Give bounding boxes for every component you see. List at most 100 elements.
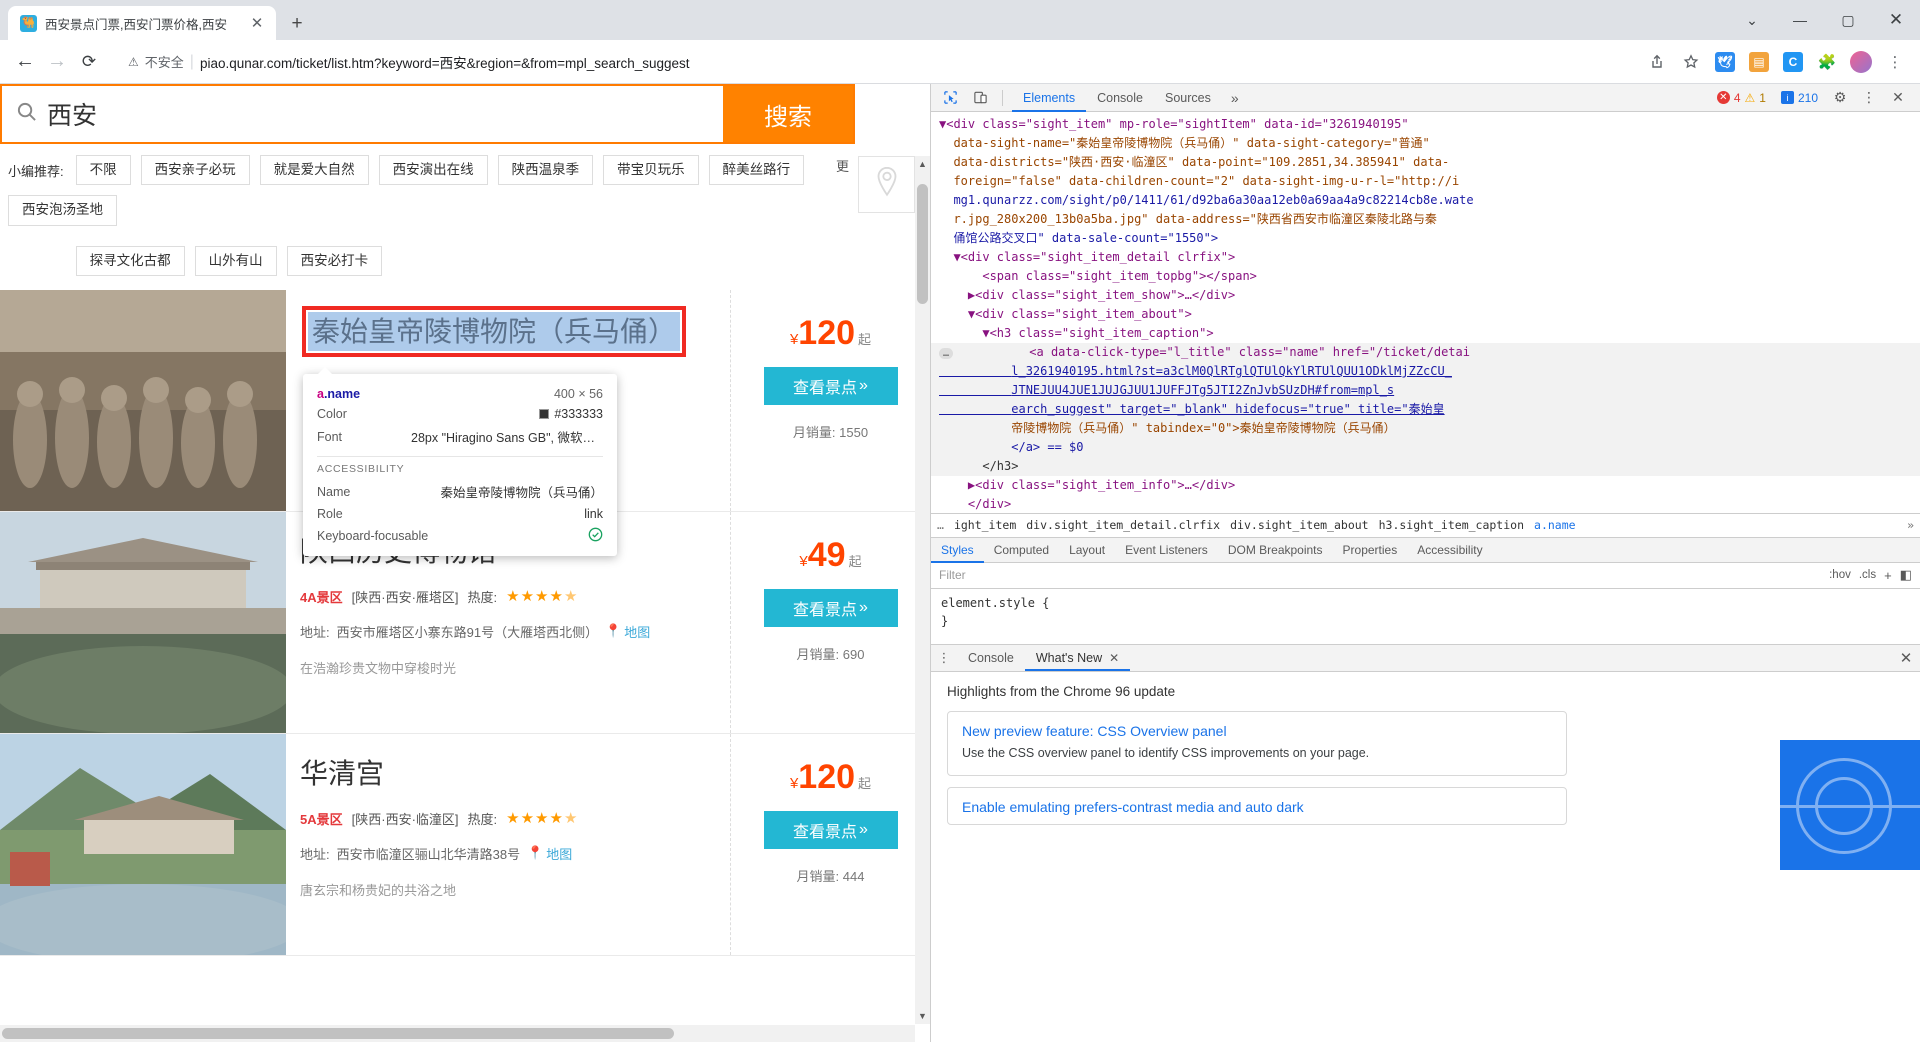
dom-line[interactable]: <span class="sight_item_topbg"></span>	[931, 267, 1920, 286]
scroll-down-icon[interactable]: ▼	[915, 1008, 930, 1024]
view-sight-button[interactable]: 查看景点 »	[763, 810, 898, 849]
tab-layout[interactable]: Layout	[1059, 538, 1115, 562]
filter-chip[interactable]: 带宝贝玩乐	[603, 155, 699, 186]
map-link[interactable]: 📍 地图	[605, 622, 650, 641]
dom-line[interactable]: … <a data-click-type="l_title" class="na…	[931, 343, 1920, 362]
kebab-menu-icon[interactable]: ⋮	[1880, 47, 1910, 77]
share-icon[interactable]	[1642, 47, 1672, 77]
styles-rules[interactable]: element.style { }	[931, 589, 1920, 645]
view-sight-button[interactable]: 查看景点 »	[763, 588, 898, 627]
tab-properties[interactable]: Properties	[1333, 538, 1408, 562]
dom-line[interactable]: </div>	[931, 495, 1920, 513]
scrollbar-thumb[interactable]	[917, 184, 928, 304]
dom-line[interactable]: ▶<div class="sight_item_info">…</div>	[931, 476, 1920, 495]
view-sight-button[interactable]: 查看景点 »	[763, 366, 898, 405]
scroll-up-icon[interactable]: ▲	[915, 156, 930, 172]
breadcrumb-item[interactable]: h3.sight_item_caption	[1379, 518, 1524, 532]
close-icon[interactable]: ✕	[1886, 86, 1910, 110]
back-icon[interactable]: ←	[10, 47, 40, 77]
filter-chip[interactable]: 醉美丝路行	[708, 155, 805, 186]
dom-line[interactable]: data-sight-name="秦始皇帝陵博物院（兵马俑）" data-sig…	[931, 134, 1920, 153]
whats-new-link[interactable]: Enable emulating prefers-contrast media …	[962, 799, 1552, 815]
cursor-select-icon[interactable]	[937, 86, 963, 110]
result-thumbnail[interactable]	[0, 511, 286, 733]
page-vertical-scrollbar[interactable]: ▲ ▼	[915, 156, 930, 1024]
profile-avatar[interactable]	[1846, 47, 1876, 77]
forward-icon[interactable]: →	[42, 47, 72, 77]
dom-line[interactable]: ▼<div class="sight_item_detail clrfix">	[931, 248, 1920, 267]
minimize-button[interactable]: —	[1776, 0, 1824, 40]
filter-chip[interactable]: 西安演出在线	[378, 155, 488, 186]
map-link[interactable]: 📍 地图	[527, 844, 572, 863]
breadcrumb-item[interactable]: div.sight_item_about	[1230, 518, 1368, 532]
tab-styles[interactable]: Styles	[931, 538, 984, 563]
close-icon[interactable]: ✕	[1109, 651, 1119, 665]
dom-line[interactable]: foreign="false" data-children-count="2" …	[931, 172, 1920, 191]
result-title-link[interactable]: 秦始皇帝陵博物院（兵马俑）	[301, 305, 687, 357]
filter-chip[interactable]: 西安必打卡	[286, 245, 383, 276]
security-status[interactable]: 不安全	[145, 52, 184, 71]
filter-chip[interactable]: 西安亲子必玩	[140, 155, 250, 186]
reload-icon[interactable]: ⟳	[74, 47, 104, 77]
dom-line[interactable]: </a> == $0	[931, 438, 1920, 457]
tab-dom-breakpoints[interactable]: DOM Breakpoints	[1218, 538, 1333, 562]
tab-event-listeners[interactable]: Event Listeners	[1115, 538, 1218, 562]
filter-chip[interactable]: 山外有山	[194, 245, 277, 276]
filter-chip[interactable]: 探寻文化古都	[75, 245, 185, 276]
filter-chip[interactable]: 陕西温泉季	[497, 155, 594, 186]
issue-counts[interactable]: ✕ 4 ⚠ 1	[1711, 89, 1771, 106]
scrollbar-thumb[interactable]	[2, 1028, 674, 1039]
breadcrumb-item[interactable]: div.sight_item_detail.clrfix	[1026, 518, 1220, 532]
tab-accessibility[interactable]: Accessibility	[1407, 538, 1492, 562]
extension-bird-icon[interactable]: 🕊	[1710, 47, 1740, 77]
kebab-menu-icon[interactable]: ⋮	[931, 645, 957, 671]
info-counts[interactable]: i 210	[1775, 89, 1823, 106]
extension-puzzle-icon[interactable]: 🧩	[1812, 47, 1842, 77]
breadcrumb-next-icon[interactable]: »	[1907, 518, 1914, 532]
breadcrumb-overflow[interactable]: …	[937, 518, 944, 532]
drawer-close-icon[interactable]: ✕	[1892, 645, 1920, 671]
dom-line[interactable]: ▶<div class="sight_item_show">…</div>	[931, 286, 1920, 305]
kebab-menu-icon[interactable]: ⋮	[1857, 86, 1881, 110]
star-icon[interactable]	[1676, 47, 1706, 77]
dom-line[interactable]: r.jpg_280x200_13b0a5ba.jpg" data-address…	[931, 210, 1920, 229]
hov-toggle[interactable]: :hov	[1829, 569, 1851, 581]
maximize-button[interactable]: ▢	[1824, 0, 1872, 40]
address-bar[interactable]: ⚠ 不安全 | piao.qunar.com/ticket/list.htm?k…	[114, 46, 1634, 77]
tab-console[interactable]: Console	[1086, 84, 1154, 112]
chevron-down-icon[interactable]: ⌄	[1728, 0, 1776, 40]
drawer-tab-console[interactable]: Console	[957, 645, 1025, 671]
dom-line[interactable]: l_3261940195.html?st=a3clM0QlRTglQTUlQkY…	[931, 362, 1920, 381]
breadcrumb-item-active[interactable]: a.name	[1534, 518, 1576, 532]
close-icon[interactable]: ✕	[246, 12, 268, 34]
search-input[interactable]: 西安	[2, 86, 723, 142]
map-entry-card[interactable]	[858, 156, 915, 213]
more-label[interactable]: 更	[836, 156, 849, 175]
dom-line[interactable]: ▼<div class="sight_item_about">	[931, 305, 1920, 324]
tab-sources[interactable]: Sources	[1154, 84, 1222, 112]
dom-line[interactable]: JTNEJUU4JUE1JUJGJUU1JUFFJTg5JTI2ZnJvbSUz…	[931, 381, 1920, 400]
filter-chip[interactable]: 西安泡汤圣地	[8, 195, 117, 226]
filter-input[interactable]: Filter	[939, 568, 1821, 582]
result-title-link[interactable]: 华清宫	[300, 756, 712, 791]
result-thumbnail[interactable]	[0, 733, 286, 955]
result-thumbnail[interactable]	[0, 289, 286, 511]
dom-line[interactable]: earch_suggest" target="_blank" hidefocus…	[931, 400, 1920, 419]
filter-chip[interactable]: 不限	[75, 155, 131, 186]
device-toggle-icon[interactable]	[967, 86, 993, 110]
dom-line[interactable]: mg1.qunarzz.com/sight/p0/1411/61/d92ba6a…	[931, 191, 1920, 210]
search-submit-button[interactable]: 搜索	[723, 86, 853, 142]
whats-new-link[interactable]: New preview feature: CSS Overview panel	[962, 723, 1552, 739]
more-tabs-icon[interactable]: »	[1222, 84, 1248, 112]
gear-icon[interactable]: ⚙	[1828, 86, 1852, 110]
browser-tab[interactable]: 🐫 西安景点门票,西安门票价格,西安 ✕	[8, 6, 276, 40]
tab-elements[interactable]: Elements	[1012, 84, 1087, 112]
cls-toggle[interactable]: .cls	[1859, 569, 1876, 581]
page-horizontal-scrollbar[interactable]	[0, 1025, 915, 1042]
extension-c-icon[interactable]: C	[1778, 47, 1808, 77]
dom-tree[interactable]: ▼<div class="sight_item" mp-role="sightI…	[931, 112, 1920, 513]
drawer-tab-whats-new[interactable]: What's New ✕	[1024, 645, 1131, 671]
filter-chip[interactable]: 就是爱大自然	[259, 155, 369, 186]
dom-line[interactable]: 俑馆公路交叉口" data-sale-count="1550">	[931, 229, 1920, 248]
dom-line[interactable]: data-districts="陕西·西安·临潼区" data-point="1…	[931, 153, 1920, 172]
